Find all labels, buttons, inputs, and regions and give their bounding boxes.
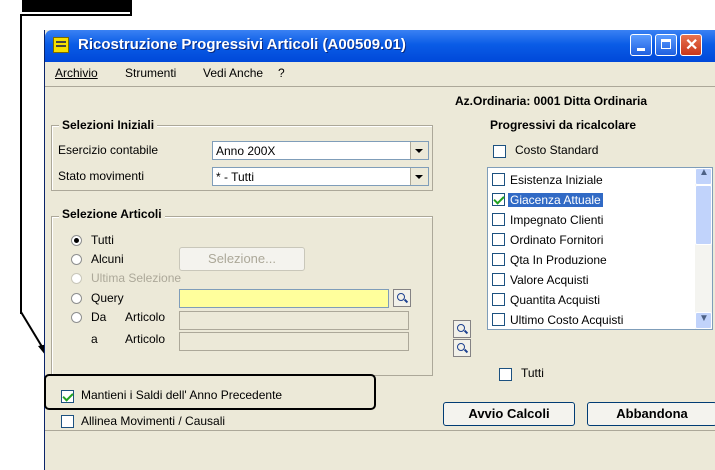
menu-vedi-anche[interactable]: Vedi Anche	[203, 66, 263, 80]
window-title: Ricostruzione Progressivi Articoli (A005…	[78, 36, 406, 53]
menu-separator	[45, 86, 715, 87]
close-icon: ✕	[685, 37, 699, 54]
a-label: a	[91, 332, 98, 346]
stato-label: Stato movimenti	[58, 169, 145, 183]
callout-line-box-bottom	[20, 14, 132, 16]
highlight-box	[44, 374, 376, 410]
progressivi-item-label: Ultimo Costo Acquisti	[510, 313, 624, 327]
progressivi-list-item[interactable]: Quantita Acquisti	[492, 291, 684, 309]
radio-query[interactable]	[71, 293, 82, 304]
progressivi-item-label: Ordinato Fornitori	[510, 233, 604, 247]
progressivi-item-label: Qta In Produzione	[510, 253, 607, 267]
progressivi-item-checkbox[interactable]	[492, 253, 505, 266]
titlebar[interactable]: Ricostruzione Progressivi Articoli (A005…	[45, 30, 715, 62]
abbandona-button[interactable]: Abbandona	[587, 402, 715, 426]
progressivi-list-item[interactable]: Qta In Produzione	[492, 251, 684, 269]
radio-da-label: Da	[91, 310, 107, 324]
chevron-down-icon[interactable]	[410, 168, 428, 185]
company-label: Az.Ordinaria: 0001 Ditta Ordinaria	[455, 94, 648, 108]
chevron-up-icon: ▲	[699, 167, 709, 178]
progressivi-list-item[interactable]: Ordinato Fornitori	[492, 231, 684, 249]
scroll-down-button[interactable]: ▼	[695, 312, 712, 329]
a-articolo-input[interactable]	[179, 332, 409, 351]
callout-line-top	[20, 14, 22, 314]
status-separator	[45, 430, 715, 431]
progressivi-item-label: Quantita Acquisti	[510, 293, 601, 307]
progressivi-item-checkbox[interactable]	[492, 313, 505, 326]
esercizio-label: Esercizio contabile	[58, 143, 159, 157]
tutti-checkbox[interactable]	[499, 368, 512, 381]
da-articolo-label: Articolo	[125, 310, 166, 324]
esercizio-value: Anno 200X	[216, 144, 276, 158]
scroll-thumb[interactable]	[695, 185, 712, 245]
progressivi-list-item[interactable]: Esistenza Iniziale	[492, 171, 684, 189]
radio-da-articolo[interactable]	[71, 312, 82, 323]
esercizio-select[interactable]: Anno 200X	[212, 141, 429, 160]
app-icon	[53, 37, 69, 53]
radio-query-label: Query	[91, 291, 124, 305]
chevron-down-icon[interactable]	[410, 142, 428, 159]
scroll-up-button[interactable]: ▲	[695, 168, 712, 185]
progressivi-list-item[interactable]: Giacenza Attuale	[492, 191, 684, 209]
progressivi-list[interactable]: Esistenza Iniziale Giacenza Attuale Impegn…	[487, 167, 713, 330]
search-icon[interactable]	[393, 289, 411, 307]
progressivi-item-checkbox[interactable]	[492, 233, 505, 246]
progressivi-list-item[interactable]: Impegnato Clienti	[492, 211, 684, 229]
progressivi-list-item[interactable]: Ultimo Costo Acquisti	[492, 311, 684, 329]
progressivi-item-label: Valore Acquisti	[510, 273, 589, 287]
search-icon[interactable]	[453, 320, 471, 338]
tutti-label: Tutti	[521, 366, 544, 380]
close-button[interactable]: ✕	[680, 34, 702, 56]
da-articolo-input[interactable]	[179, 311, 409, 330]
search-icon[interactable]	[453, 339, 471, 357]
callout-box-top	[22, 0, 130, 12]
stato-value: * - Tutti	[216, 170, 255, 184]
selezione-button[interactable]: Selezione...	[179, 247, 305, 271]
progressivi-item-checkbox[interactable]	[492, 213, 505, 226]
radio-ultima-selezione[interactable]	[71, 273, 82, 284]
allinea-label: Allinea Movimenti / Causali	[81, 414, 226, 428]
menu-archivio[interactable]: Archivio	[55, 66, 98, 80]
avvio-calcoli-button[interactable]: Avvio Calcoli	[443, 402, 575, 426]
radio-tutti[interactable]	[71, 235, 82, 246]
list-scrollbar[interactable]: ▲ ▼	[695, 168, 712, 329]
selezione-articoli-title: Selezione Articoli	[59, 207, 165, 221]
radio-alcuni-label: Alcuni	[91, 252, 124, 266]
menu-help[interactable]: ?	[278, 66, 285, 80]
progressivi-item-label: Impegnato Clienti	[510, 213, 604, 227]
menubar: Archivio Strumenti Vedi Anche ?	[45, 62, 715, 84]
progressivi-item-label: Giacenza Attuale	[508, 193, 603, 207]
progressivi-list-item[interactable]: Valore Acquisti	[492, 271, 684, 289]
progressivi-item-checkbox[interactable]	[492, 193, 505, 206]
selezioni-iniziali-title: Selezioni Iniziali	[59, 118, 158, 132]
costo-standard-label: Costo Standard	[515, 143, 599, 157]
costo-standard-checkbox[interactable]	[493, 145, 506, 158]
stato-select[interactable]: * - Tutti	[212, 167, 429, 186]
progressivi-title: Progressivi da ricalcolare	[490, 118, 637, 132]
radio-tutti-label: Tutti	[91, 233, 114, 247]
progressivi-item-checkbox[interactable]	[492, 273, 505, 286]
menu-strumenti[interactable]: Strumenti	[125, 66, 176, 80]
maximize-button[interactable]	[655, 34, 677, 56]
a-articolo-label: Articolo	[125, 332, 166, 346]
query-input[interactable]	[179, 289, 389, 308]
radio-alcuni[interactable]	[71, 254, 82, 265]
progressivi-item-label: Esistenza Iniziale	[510, 173, 603, 187]
allinea-checkbox[interactable]	[61, 415, 74, 428]
radio-ultima-selezione-label: Ultima Selezione	[91, 271, 182, 285]
progressivi-item-checkbox[interactable]	[492, 293, 505, 306]
chevron-down-icon: ▼	[699, 313, 709, 324]
minimize-button[interactable]	[630, 34, 652, 56]
progressivi-item-checkbox[interactable]	[492, 173, 505, 186]
